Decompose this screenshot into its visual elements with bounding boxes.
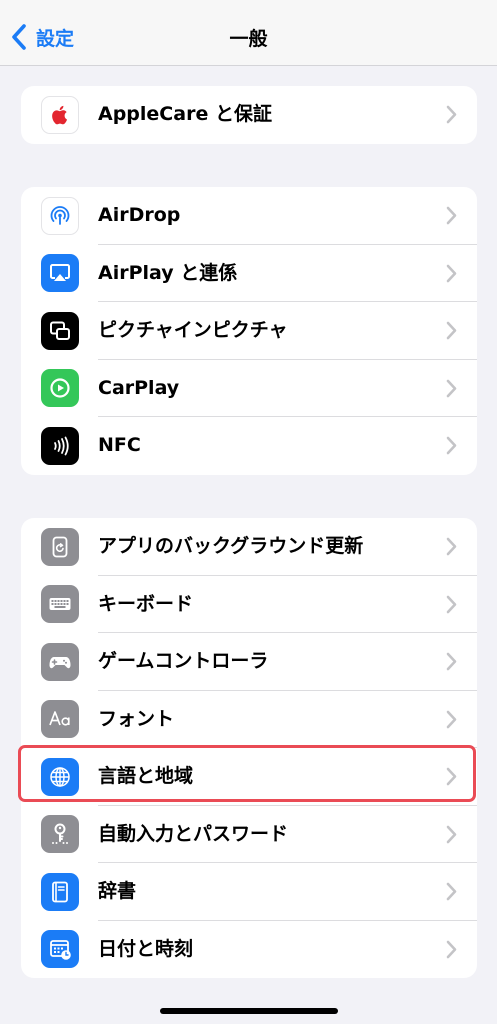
nfc-icon	[41, 426, 79, 465]
chevron-right-icon	[446, 436, 457, 455]
row-label: フォント	[98, 707, 175, 730]
apple-logo-icon	[41, 95, 79, 134]
chevron-right-icon	[446, 710, 457, 728]
row-label: AirDrop	[98, 204, 181, 226]
globe-icon	[41, 757, 79, 796]
settings-group-connectivity: AirDrop AirPlay と連係 ピクチャインピクチャ CarPlay N…	[21, 187, 477, 475]
chevron-right-icon	[446, 206, 457, 225]
picture-in-picture-icon	[41, 311, 79, 350]
row-label: アプリのバックグラウンド更新	[98, 535, 364, 557]
row-label: ピクチャインピクチャ	[98, 319, 288, 341]
game-controller-icon	[41, 642, 79, 681]
dictionary-icon	[41, 872, 79, 911]
row-label: 辞書	[98, 880, 137, 902]
page-title: 一般	[229, 28, 268, 50]
row-label: AirPlay と連係	[98, 261, 238, 284]
chevron-right-icon	[446, 882, 457, 901]
row-airdrop[interactable]: AirDrop	[21, 187, 477, 245]
carplay-icon	[41, 369, 79, 407]
row-label: 自動入力とパスワード	[98, 822, 289, 845]
row-picture-in-picture[interactable]: ピクチャインピクチャ	[21, 302, 477, 360]
key-icon	[41, 815, 79, 853]
row-carplay[interactable]: CarPlay	[21, 360, 477, 417]
chevron-right-icon	[446, 105, 457, 124]
chevron-right-icon	[446, 321, 457, 340]
home-indicator[interactable]	[160, 1008, 338, 1014]
chevron-right-icon	[446, 537, 457, 556]
row-dictionary[interactable]: 辞書	[21, 863, 477, 921]
row-label: キーボード	[98, 592, 194, 615]
settings-group-general: アプリのバックグラウンド更新 キーボード ゲームコントローラ フォント 言語と地…	[21, 518, 477, 978]
airdrop-icon	[41, 196, 79, 235]
row-fonts[interactable]: フォント	[21, 691, 477, 748]
row-autofill-passwords[interactable]: 自動入力とパスワード	[21, 806, 477, 863]
keyboard-icon	[41, 585, 79, 623]
row-label: NFC	[98, 434, 141, 456]
navigation-bar: 設定 一般	[0, 0, 497, 66]
row-label: CarPlay	[98, 376, 180, 399]
row-keyboard[interactable]: キーボード	[21, 576, 477, 633]
calendar-clock-icon	[41, 930, 79, 968]
font-icon	[41, 700, 79, 738]
background-refresh-icon	[41, 527, 79, 566]
row-label: 言語と地域	[98, 765, 194, 787]
row-label: AppleCare と保証	[98, 103, 272, 125]
chevron-right-icon	[446, 825, 457, 843]
chevron-right-icon	[446, 379, 457, 397]
row-airplay[interactable]: AirPlay と連係	[21, 245, 477, 302]
row-language-region[interactable]: 言語と地域	[21, 748, 477, 806]
chevron-right-icon	[446, 940, 457, 958]
row-date-time[interactable]: 日付と時刻	[21, 921, 477, 979]
chevron-right-icon	[446, 652, 457, 671]
row-applecare[interactable]: AppleCare と保証	[21, 86, 477, 144]
row-game-controller[interactable]: ゲームコントローラ	[21, 633, 477, 691]
airplay-icon	[41, 254, 79, 292]
row-nfc[interactable]: NFC	[21, 417, 477, 475]
chevron-right-icon	[446, 767, 457, 786]
settings-group-applecare: AppleCare と保証	[21, 86, 477, 144]
chevron-right-icon	[446, 595, 457, 613]
row-label: ゲームコントローラ	[98, 650, 269, 672]
row-label: 日付と時刻	[98, 937, 194, 960]
chevron-right-icon	[446, 264, 457, 282]
row-background-app-refresh[interactable]: アプリのバックグラウンド更新	[21, 518, 477, 576]
